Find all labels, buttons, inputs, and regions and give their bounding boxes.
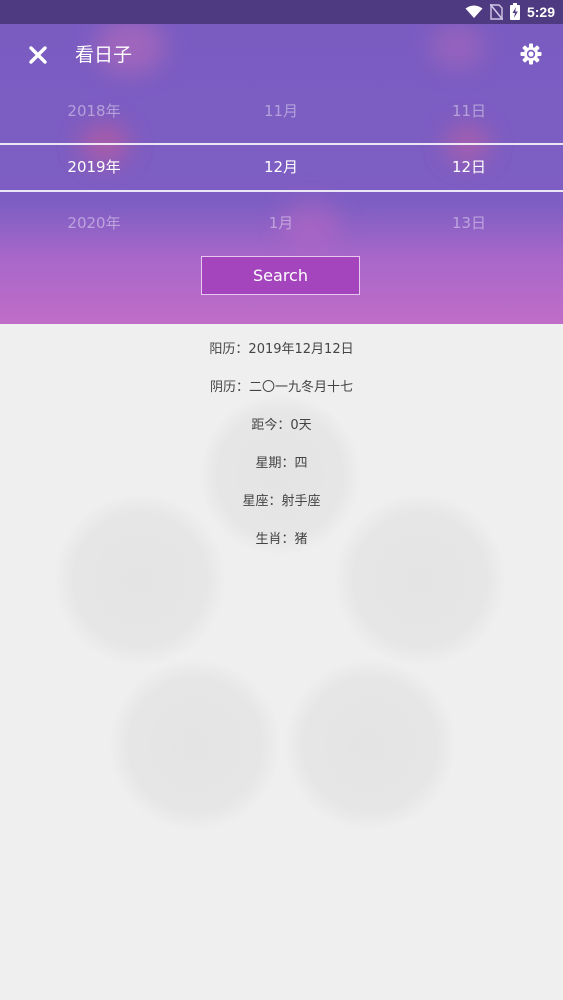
year-option[interactable]: 2020年 — [14, 201, 174, 245]
info-value: 四 — [294, 456, 308, 471]
page-title: 看日子 — [75, 44, 133, 66]
info-value: 2019年12月12日 — [248, 342, 354, 357]
close-icon[interactable] — [22, 39, 54, 71]
picker-row-selected[interactable]: 2019年 12月 12日 — [0, 145, 563, 189]
days-from-today-line: 距今：0天 — [0, 416, 563, 436]
year-option[interactable]: 2018年 — [14, 89, 174, 133]
info-value: 射手座 — [281, 494, 321, 509]
decor-circle — [335, 495, 505, 665]
info-label: 生肖： — [255, 532, 295, 547]
date-picker-header: 看日子 2018年 11月 11日 2019年 12月 12日 2020年 1月… — [0, 24, 563, 324]
selection-line-bottom — [0, 190, 563, 192]
info-value: 0天 — [290, 418, 312, 433]
info-label: 星座： — [242, 494, 282, 509]
decor-circle — [110, 660, 280, 830]
weekday-line: 星期：四 — [0, 454, 563, 474]
info-value: 二〇一九冬月十七 — [249, 380, 354, 395]
no-sim-icon — [489, 3, 503, 20]
info-label: 星期： — [255, 456, 295, 471]
search-button[interactable]: Search — [201, 256, 360, 295]
info-label: 距今： — [251, 418, 291, 433]
month-selected[interactable]: 12月 — [201, 145, 361, 189]
toolbar: 看日子 — [0, 24, 563, 80]
picker-row-next[interactable]: 2020年 1月 13日 — [0, 201, 563, 245]
lunar-date-line: 阴历：二〇一九冬月十七 — [0, 378, 563, 398]
month-option[interactable]: 1月 — [201, 201, 361, 245]
wave-divider — [0, 316, 563, 324]
status-bar: 5:29 — [0, 0, 563, 24]
day-option[interactable]: 11日 — [389, 89, 549, 133]
day-selected[interactable]: 12日 — [389, 145, 549, 189]
chinese-zodiac-line: 生肖：猪 — [0, 530, 563, 550]
day-option[interactable]: 13日 — [389, 201, 549, 245]
battery-charging-icon — [509, 3, 520, 20]
picker-row-previous[interactable]: 2018年 11月 11日 — [0, 89, 563, 133]
year-selected[interactable]: 2019年 — [14, 145, 174, 189]
solar-date-line: 阳历：2019年12月12日 — [0, 340, 563, 360]
month-option[interactable]: 11月 — [201, 89, 361, 133]
decor-circle — [55, 495, 225, 665]
clock-time: 5:29 — [526, 3, 555, 20]
info-label: 阴历： — [209, 380, 249, 395]
settings-icon[interactable] — [515, 38, 547, 70]
zodiac-sign-line: 星座：射手座 — [0, 492, 563, 512]
wifi-icon — [465, 5, 483, 19]
info-label: 阳历： — [209, 342, 249, 357]
decor-circle — [285, 660, 455, 830]
info-value: 猪 — [294, 532, 308, 547]
